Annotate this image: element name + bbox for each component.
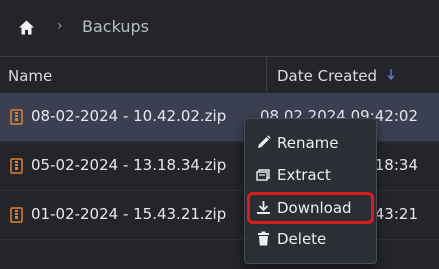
file-name: 08-02-2024 - 10.42.02.zip <box>31 107 227 125</box>
archive-icon <box>256 167 271 182</box>
menu-item-label: Download <box>277 199 352 217</box>
sort-down-arrow-icon[interactable] <box>386 67 396 81</box>
menu-item-label: Delete <box>277 230 327 248</box>
menu-item-label: Rename <box>277 134 339 152</box>
home-icon[interactable] <box>18 19 35 36</box>
zip-file-icon <box>10 109 23 125</box>
download-icon <box>256 200 271 215</box>
menu-item-label: Extract <box>277 166 331 184</box>
breadcrumb-separator: › <box>57 18 63 34</box>
trash-icon <box>256 231 271 246</box>
table-header: Name Date Created <box>0 56 439 95</box>
zip-file-icon <box>10 207 23 223</box>
breadcrumb: › Backups <box>0 0 439 56</box>
menu-item-rename[interactable]: Rename <box>247 127 374 159</box>
zip-file-icon <box>10 158 23 174</box>
column-header-date[interactable]: Date Created <box>277 67 377 85</box>
menu-item-extract[interactable]: Extract <box>247 159 374 191</box>
context-menu: Rename Extract Download Delete <box>244 118 377 264</box>
column-header-name[interactable]: Name <box>8 67 52 85</box>
column-divider[interactable] <box>266 57 267 94</box>
menu-item-download[interactable]: Download <box>247 192 374 224</box>
breadcrumb-current[interactable]: Backups <box>82 17 149 36</box>
file-manager: › Backups Name Date Created 08-02-2024 -… <box>0 0 439 269</box>
menu-item-delete[interactable]: Delete <box>247 223 374 255</box>
pencil-icon <box>256 135 271 150</box>
file-name: 05-02-2024 - 13.18.34.zip <box>31 156 227 174</box>
file-name: 01-02-2024 - 15.43.21.zip <box>31 205 227 223</box>
